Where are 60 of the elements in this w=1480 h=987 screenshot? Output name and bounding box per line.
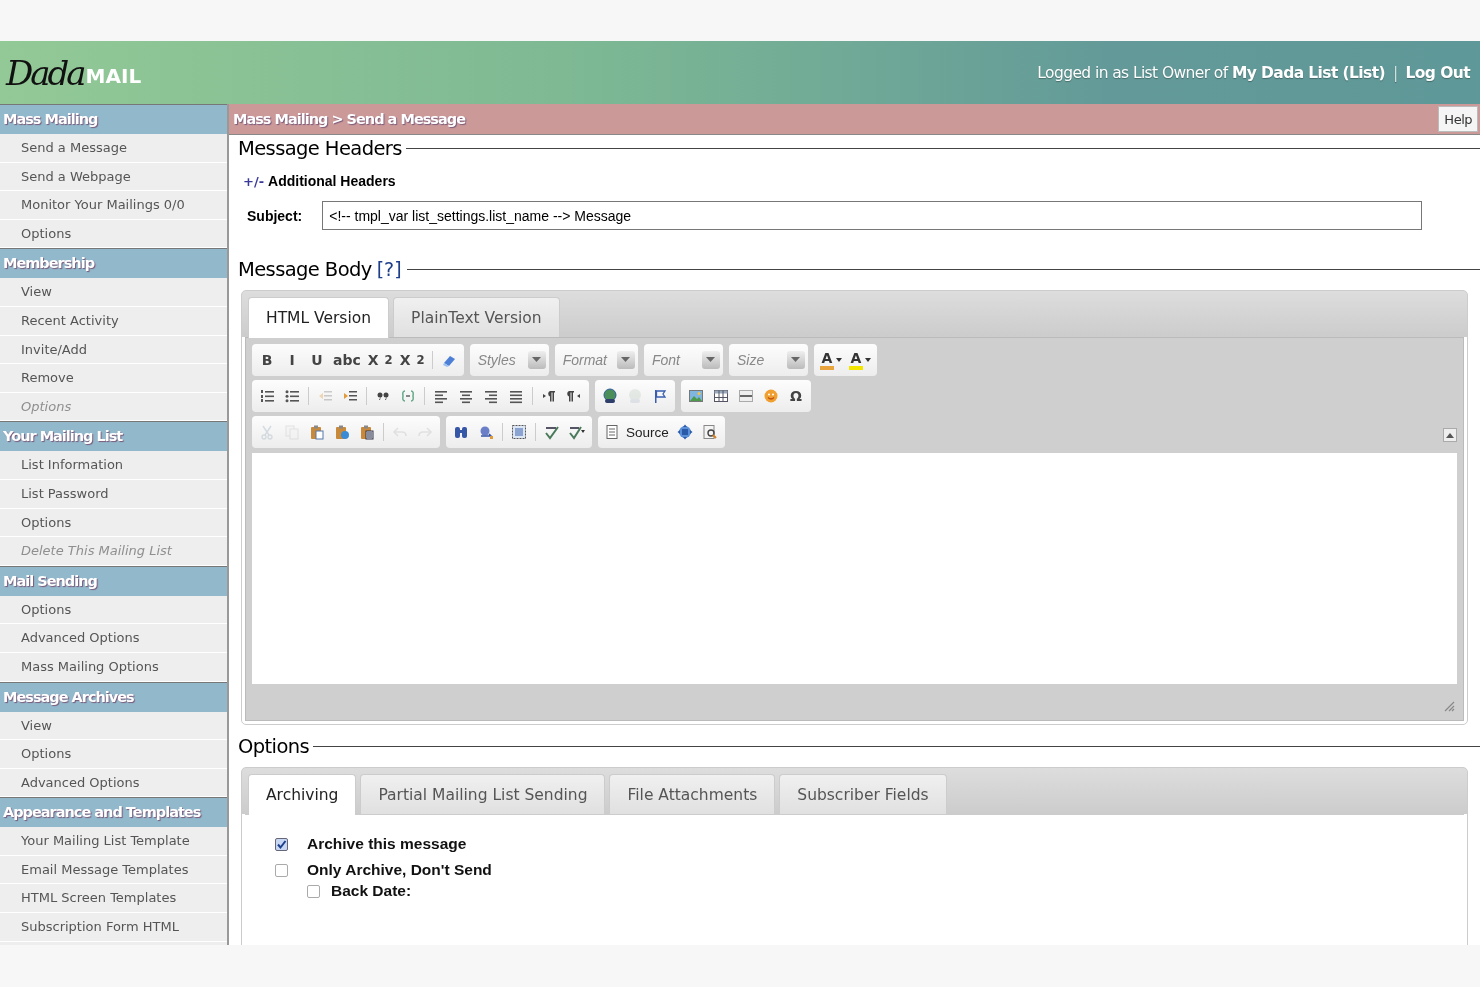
sidebar-item[interactable]: Remove xyxy=(0,364,227,393)
sidebar-item[interactable]: Subscription Form HTML xyxy=(0,913,227,942)
sidebar-item[interactable]: Recent Activity xyxy=(0,306,227,336)
additional-headers-label: Additional Headers xyxy=(268,173,396,189)
tab[interactable]: Subscriber Fields xyxy=(779,774,947,814)
checkbox-label: Archive this message xyxy=(307,835,467,853)
sidebar-item[interactable]: Mass Mailing Options xyxy=(0,652,227,682)
checkbox-label: Back Date: xyxy=(331,882,412,900)
sidebar-item[interactable]: Send a Webpage xyxy=(0,162,227,192)
sidebar-item[interactable]: Options xyxy=(0,508,227,538)
sidebar-item[interactable]: View xyxy=(0,711,227,741)
caret-icon xyxy=(786,351,805,369)
subject-label: Subject: xyxy=(247,207,303,224)
help-button[interactable]: Help xyxy=(1438,106,1478,132)
color-button[interactable]: A xyxy=(846,348,873,372)
section-title: Message Headers xyxy=(237,136,403,160)
sidebar-item[interactable]: Your Mailing List Template xyxy=(0,827,227,856)
separator-text: | xyxy=(1392,63,1398,82)
login-status: Logged in as List Owner of My Dada List (List) xyxy=(1037,63,1385,82)
sidebar-item[interactable]: Advanced Options xyxy=(0,624,227,653)
subject-field[interactable]: <!-- tmpl_var list_settings.list_name --> Message xyxy=(322,201,1423,230)
sidebar-item[interactable]: List Information xyxy=(0,451,227,480)
checkbox[interactable] xyxy=(275,837,288,851)
tab[interactable]: Archiving xyxy=(248,774,357,815)
tab[interactable]: Partial Mailing List Sending xyxy=(360,774,606,814)
color-button[interactable]: A xyxy=(817,348,844,372)
sidebar-item[interactable]: HTML Screen Templates xyxy=(0,884,227,914)
document-icon xyxy=(604,424,620,440)
sidebar-item[interactable]: Options xyxy=(0,740,227,769)
breadcrumb: Mass Mailing > Send a Message xyxy=(232,111,465,127)
toggle-link[interactable]: +/- xyxy=(243,173,265,189)
sidebar-item[interactable]: View xyxy=(0,278,227,307)
format-button[interactable]: B xyxy=(256,348,278,372)
section-title: Options xyxy=(237,734,311,758)
format-button[interactable]: I xyxy=(281,348,303,372)
help-link[interactable]: [?] xyxy=(373,258,405,280)
checkbox[interactable] xyxy=(275,863,288,877)
caret-icon xyxy=(616,351,635,369)
sidebar-item[interactable]: Monitor Your Mailings 0/0 xyxy=(0,191,227,220)
resize-grip-icon[interactable] xyxy=(1444,701,1455,712)
collapse-toolbar-icon[interactable] xyxy=(1443,428,1457,442)
format-button[interactable]: abc xyxy=(331,348,363,372)
caret-icon xyxy=(701,351,720,369)
caret-icon xyxy=(864,358,871,362)
sidebar-item[interactable]: Invite/Add xyxy=(0,335,227,365)
checkbox-label: Only Archive, Don't Send xyxy=(307,861,492,879)
sidebar-item[interactable]: List Password xyxy=(0,479,227,509)
tab[interactable]: File Attachments xyxy=(609,774,776,814)
tab[interactable]: HTML Version xyxy=(248,297,390,338)
sidebar-item[interactable]: Email Message Templates xyxy=(0,855,227,885)
sidebar-item[interactable]: Options xyxy=(0,595,227,625)
tab[interactable]: PlainText Version xyxy=(393,297,560,337)
caret-icon xyxy=(835,358,842,362)
sidebar-item[interactable]: Send a Message xyxy=(0,134,227,163)
format-button[interactable]: U xyxy=(306,348,328,372)
logo[interactable]: DadaMAIL xyxy=(0,55,142,90)
caret-icon xyxy=(527,351,546,369)
section-title: Message Body xyxy=(237,257,373,281)
checkbox[interactable] xyxy=(307,884,320,898)
format-button[interactable]: Ω xyxy=(785,384,807,408)
